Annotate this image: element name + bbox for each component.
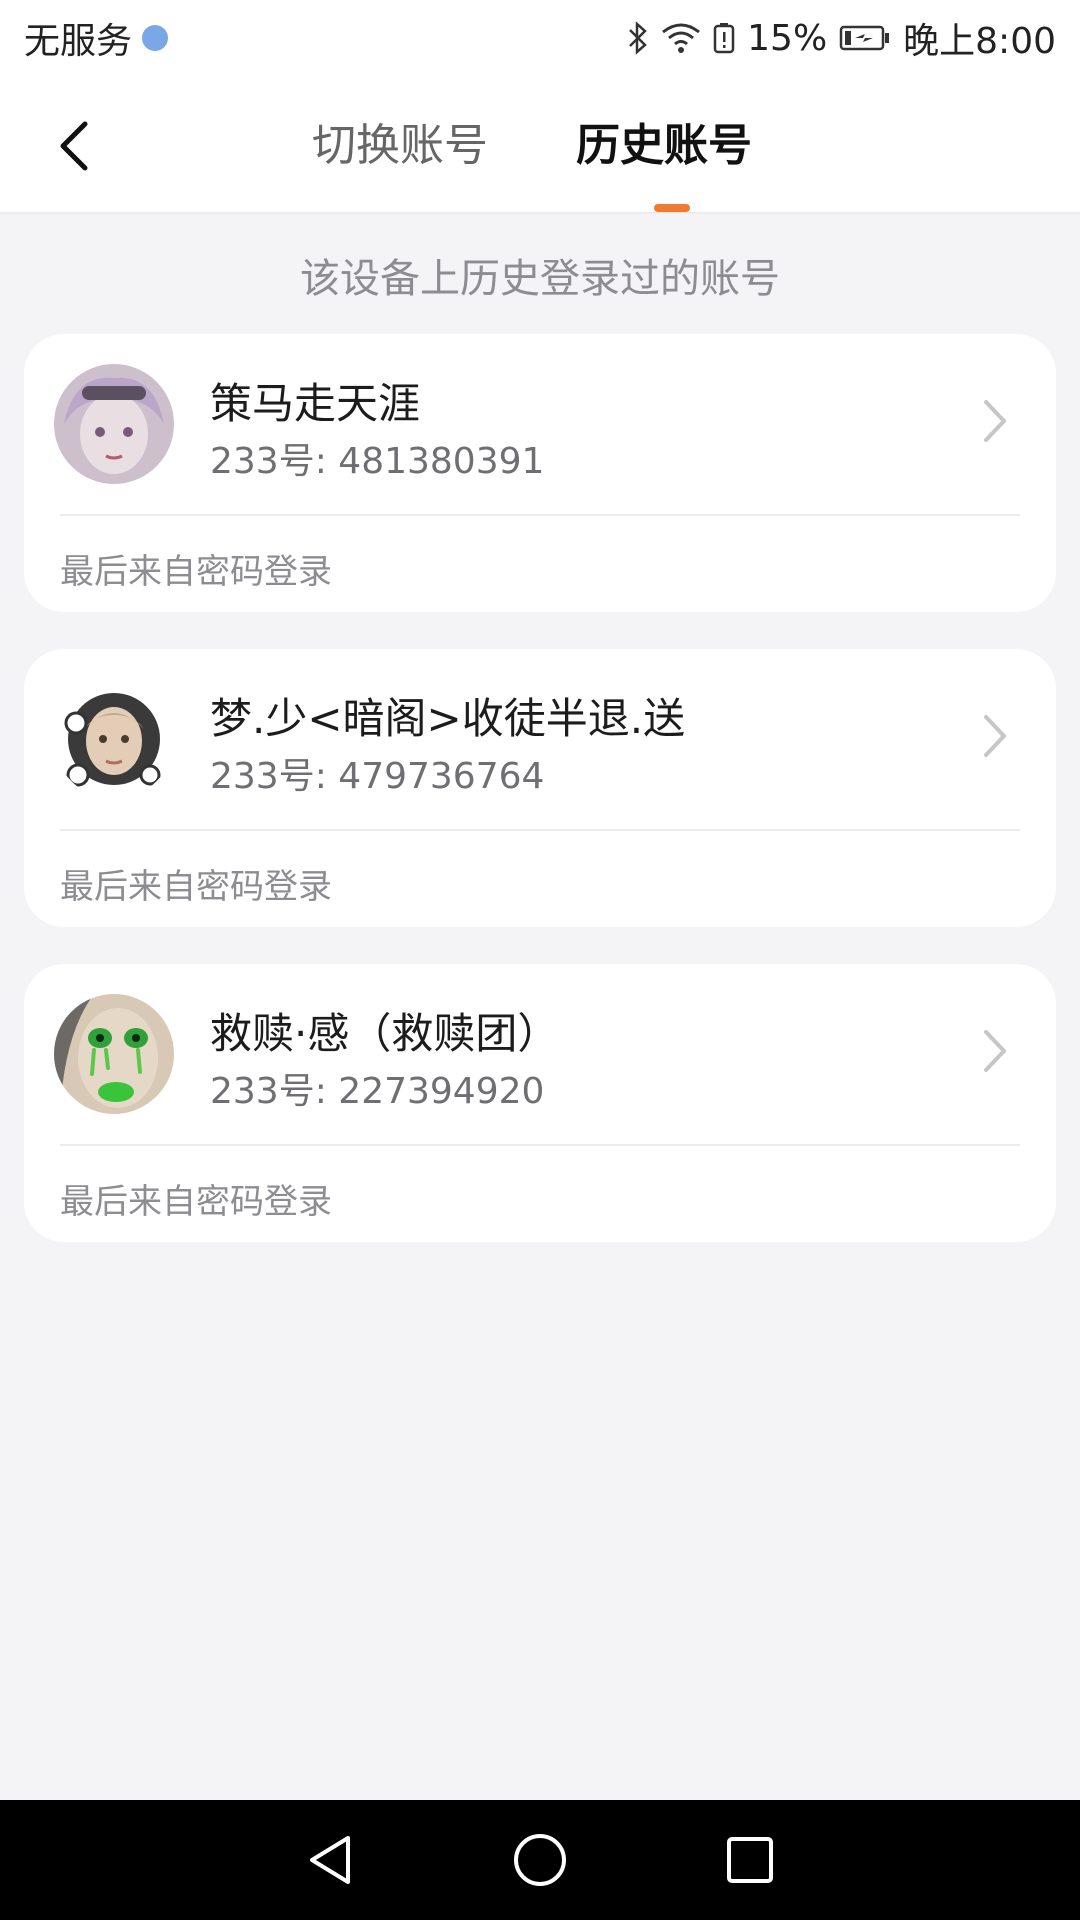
card-divider xyxy=(60,829,1020,831)
account-name: 策马走天涯 xyxy=(210,379,421,428)
tab-history-account[interactable]: 历史账号 xyxy=(576,114,752,178)
nav-recent-button[interactable] xyxy=(720,1830,780,1890)
status-bar: 无服务 15% 晚上8:00 xyxy=(0,0,1080,76)
account-name: 梦.少<暗阁>收徒半退.送 xyxy=(210,694,686,743)
nav-home-button[interactable] xyxy=(510,1830,570,1890)
status-left: 无服务 xyxy=(24,12,169,64)
account-card[interactable]: 梦.少<暗阁>收徒半退.送 233号: 479736764 最后来自密码登录 xyxy=(24,649,1056,927)
account-card[interactable]: 救赎·感（救赎团） 233号: 227394920 最后来自密码登录 xyxy=(24,964,1056,1242)
account-id: 233号: 479736764 xyxy=(210,756,545,797)
system-navigation-bar xyxy=(0,1800,1080,1920)
account-name: 救赎·感（救赎团） xyxy=(210,1009,560,1058)
network-globe-icon xyxy=(142,25,169,51)
clock-time: 晚上8:00 xyxy=(903,21,1056,62)
account-id: 233号: 481380391 xyxy=(210,441,545,482)
active-tab-indicator xyxy=(654,204,690,212)
section-subtitle: 该设备上历史登录过的账号 xyxy=(300,256,780,302)
chevron-left-icon xyxy=(60,121,88,171)
account-id: 233号: 227394920 xyxy=(210,1071,545,1112)
chevron-right-icon xyxy=(984,715,1006,757)
status-right: 15% 晚上8:00 xyxy=(627,12,1056,64)
square-recent-icon xyxy=(727,1837,773,1883)
login-source: 最后来自密码登录 xyxy=(60,1182,332,1222)
avatar xyxy=(54,679,174,799)
carrier-label: 无服务 xyxy=(24,21,133,62)
wifi-icon xyxy=(662,23,701,53)
battery-charging-icon xyxy=(839,25,890,51)
card-divider xyxy=(60,514,1020,516)
chevron-right-icon xyxy=(984,400,1006,442)
login-source: 最后来自密码登录 xyxy=(60,867,332,907)
circle-home-icon xyxy=(514,1834,566,1886)
login-source: 最后来自密码登录 xyxy=(60,552,332,592)
history-accounts-screen: 无服务 15% 晚上8:00 切换账号 历史账号 该设备上历史登录过的账号 策马… xyxy=(0,0,1080,1920)
back-button[interactable] xyxy=(44,110,104,182)
battery-alert-icon xyxy=(713,23,735,54)
avatar xyxy=(54,364,174,484)
avatar xyxy=(54,994,174,1114)
header: 切换账号 历史账号 xyxy=(0,76,1080,214)
chevron-right-icon xyxy=(984,1030,1006,1072)
bluetooth-icon xyxy=(629,21,647,55)
nav-back-button[interactable] xyxy=(300,1830,360,1890)
account-card[interactable]: 策马走天涯 233号: 481380391 最后来自密码登录 xyxy=(24,334,1056,612)
card-divider xyxy=(60,1144,1020,1146)
triangle-back-icon xyxy=(310,1836,350,1884)
tab-switch-account[interactable]: 切换账号 xyxy=(312,114,488,178)
battery-percent: 15% xyxy=(747,17,828,59)
